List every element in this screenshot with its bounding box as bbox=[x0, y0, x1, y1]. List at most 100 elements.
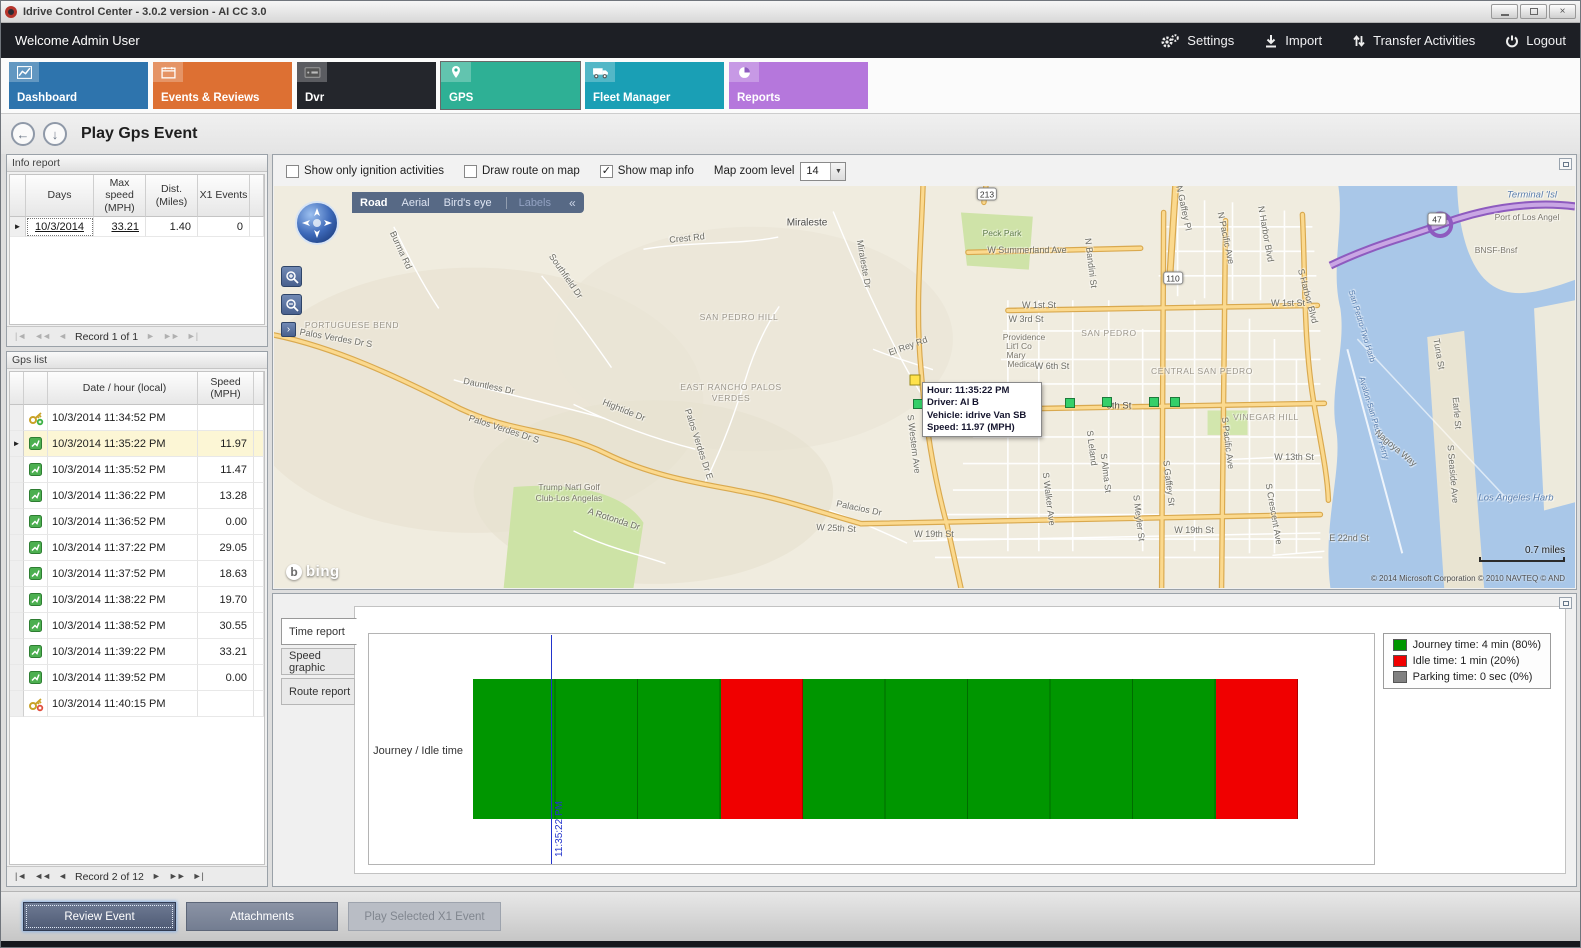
import-button[interactable]: Import bbox=[1264, 33, 1322, 48]
chevron-down-icon: ▼ bbox=[830, 163, 845, 180]
map-style-bird-s-eye[interactable]: Bird's eye bbox=[444, 197, 492, 209]
gps-marker-green[interactable] bbox=[1065, 398, 1075, 408]
gps-list-row[interactable]: 10/3/2014 11:35:52 PM11.47 bbox=[10, 457, 264, 483]
zoom-out-button[interactable] bbox=[281, 294, 302, 315]
transfer-activities-button[interactable]: Transfer Activities bbox=[1352, 33, 1475, 48]
gps-date-cell[interactable]: 10/3/2014 11:39:22 PM bbox=[48, 639, 198, 665]
nav-tab-gps[interactable]: GPS bbox=[441, 62, 580, 109]
review-event-button[interactable]: Review Event bbox=[23, 902, 176, 931]
minimize-button[interactable] bbox=[1491, 4, 1518, 19]
gps-list-row[interactable]: 10/3/2014 11:38:22 PM19.70 bbox=[10, 587, 264, 613]
tab-time-report[interactable]: Time report bbox=[281, 618, 357, 645]
compass-control[interactable] bbox=[294, 200, 340, 251]
settings-button[interactable]: Settings bbox=[1160, 33, 1234, 49]
gps-list-row[interactable]: 10/3/2014 11:40:15 PM bbox=[10, 691, 264, 717]
map-style-road[interactable]: Road bbox=[360, 197, 388, 209]
maximize-button[interactable] bbox=[1520, 4, 1547, 19]
column-header-days[interactable]: Days bbox=[26, 175, 94, 217]
checkbox-show-only-ignition-activities[interactable]: Show only ignition activities bbox=[286, 165, 444, 178]
nav-tab-label: Dashboard bbox=[17, 92, 77, 104]
map-zoom-select[interactable]: 14 ▼ bbox=[800, 162, 846, 181]
pager-next-button[interactable]: ► bbox=[146, 332, 155, 341]
gps-date-cell[interactable]: 10/3/2014 11:40:15 PM bbox=[48, 691, 198, 717]
checkbox-draw-route-on-map[interactable]: Draw route on map bbox=[464, 165, 580, 178]
tab-route-report[interactable]: Route report bbox=[281, 678, 355, 705]
map-style-aerial[interactable]: Aerial bbox=[402, 197, 430, 209]
map-style-collapse-button[interactable]: « bbox=[565, 196, 576, 210]
zoom-in-button[interactable] bbox=[281, 266, 302, 287]
filler-cell bbox=[250, 217, 264, 237]
nav-tab-events-reviews[interactable]: Events & Reviews bbox=[153, 62, 292, 109]
map-panel: Show only ignition activities Draw route … bbox=[272, 154, 1577, 590]
map-expander-button[interactable]: › bbox=[281, 322, 296, 337]
gps-list-panel-title: Gps list bbox=[7, 352, 267, 369]
map-canvas[interactable]: MiralesteMiraleste DrCrest RdBurma RdSou… bbox=[274, 186, 1575, 588]
pager-first-button[interactable]: |◄ bbox=[15, 872, 26, 881]
collapse-chart-panel-button[interactable] bbox=[1559, 597, 1572, 609]
pager-last-button[interactable]: ►| bbox=[193, 872, 204, 881]
gps-speed-cell: 33.21 bbox=[198, 639, 254, 665]
gps-date-cell[interactable]: 10/3/2014 11:35:52 PM bbox=[48, 457, 198, 483]
gps-list-row[interactable]: 10/3/2014 11:36:52 PM0.00 bbox=[10, 509, 264, 535]
tab-speed-graphic[interactable]: Speed graphic bbox=[281, 648, 355, 675]
back-button[interactable]: ← bbox=[11, 122, 35, 146]
close-button[interactable]: × bbox=[1549, 4, 1576, 19]
gps-list-row[interactable]: 10/3/2014 11:39:22 PM33.21 bbox=[10, 639, 264, 665]
pager-next-button[interactable]: ► bbox=[152, 872, 161, 881]
pager-next-page-button[interactable]: ►► bbox=[163, 332, 179, 341]
map-pin-icon bbox=[441, 62, 471, 82]
pager-prev-page-button[interactable]: ◄◄ bbox=[34, 872, 50, 881]
time-marker-line[interactable] bbox=[551, 635, 552, 864]
gps-list-row[interactable]: ►10/3/2014 11:35:22 PM11.97 bbox=[10, 431, 264, 457]
collapse-map-panel-button[interactable] bbox=[1559, 158, 1572, 170]
nav-tab-dvr[interactable]: Dvr bbox=[297, 62, 436, 109]
gps-date-cell[interactable]: 10/3/2014 11:35:22 PM bbox=[48, 431, 198, 457]
gps-date-cell[interactable]: 10/3/2014 11:37:22 PM bbox=[48, 535, 198, 561]
gps-list-row[interactable]: 10/3/2014 11:37:52 PM18.63 bbox=[10, 561, 264, 587]
gps-date-cell[interactable]: 10/3/2014 11:36:22 PM bbox=[48, 483, 198, 509]
attachments-button[interactable]: Attachments bbox=[186, 902, 338, 931]
gps-date-cell[interactable]: 10/3/2014 11:37:52 PM bbox=[48, 561, 198, 587]
pager-prev-button[interactable]: ◄ bbox=[58, 332, 67, 341]
gps-date-cell[interactable]: 10/3/2014 11:34:52 PM bbox=[48, 405, 198, 431]
gps-list-row[interactable]: 10/3/2014 11:39:52 PM0.00 bbox=[10, 665, 264, 691]
gps-date-cell[interactable]: 10/3/2014 11:38:52 PM bbox=[48, 613, 198, 639]
gps-marker-green[interactable] bbox=[1170, 397, 1180, 407]
pager-prev-page-button[interactable]: ◄◄ bbox=[34, 332, 50, 341]
column-header-max-speed[interactable]: Max speed (MPH) bbox=[94, 175, 146, 217]
gps-list-row[interactable]: 10/3/2014 11:34:52 PM bbox=[10, 405, 264, 431]
report-tabs: Time report Speed graphic Route report bbox=[281, 618, 356, 708]
info-report-row[interactable]: ► 10/3/2014 33.21 1.40 0 bbox=[10, 217, 264, 237]
gps-list-row[interactable]: 10/3/2014 11:37:22 PM29.05 bbox=[10, 535, 264, 561]
max-speed-cell[interactable]: 33.21 bbox=[94, 217, 146, 237]
gps-marker-green[interactable] bbox=[1149, 397, 1159, 407]
column-header-dist[interactable]: Dist. (Miles) bbox=[146, 175, 198, 217]
nav-tab-fleet-manager[interactable]: Fleet Manager bbox=[585, 62, 724, 109]
column-header-x1-events[interactable]: X1 Events bbox=[198, 175, 250, 217]
logout-button[interactable]: Logout bbox=[1505, 33, 1566, 48]
gps-list-row[interactable]: 10/3/2014 11:36:22 PM13.28 bbox=[10, 483, 264, 509]
journey-idle-bar bbox=[473, 679, 1298, 819]
pager-next-page-button[interactable]: ►► bbox=[169, 872, 185, 881]
nav-tab-dashboard[interactable]: Dashboard bbox=[9, 62, 148, 109]
gps-date-cell[interactable]: 10/3/2014 11:38:22 PM bbox=[48, 587, 198, 613]
days-cell[interactable]: 10/3/2014 bbox=[26, 217, 94, 237]
info-report-panel: Info report Days Max speed (MPH) Dist. (… bbox=[6, 154, 268, 347]
gps-date-cell[interactable]: 10/3/2014 11:36:52 PM bbox=[48, 509, 198, 535]
pager-first-button[interactable]: |◄ bbox=[15, 332, 26, 341]
expand-button[interactable]: ↓ bbox=[43, 122, 67, 146]
app-header: Welcome Admin User SettingsImportTransfe… bbox=[1, 23, 1580, 58]
nav-tab-label: Fleet Manager bbox=[593, 92, 670, 104]
gps-point-icon bbox=[24, 639, 48, 665]
gps-list-row[interactable]: 10/3/2014 11:38:52 PM30.55 bbox=[10, 613, 264, 639]
pager-prev-button[interactable]: ◄ bbox=[58, 872, 67, 881]
checkbox-label: Show map info bbox=[618, 165, 694, 177]
column-header-speed[interactable]: Speed (MPH) bbox=[198, 372, 254, 405]
column-header-date[interactable]: Date / hour (local) bbox=[48, 372, 198, 405]
checkbox-show-map-info[interactable]: ✓Show map info bbox=[600, 165, 694, 178]
gps-date-cell[interactable]: 10/3/2014 11:39:52 PM bbox=[48, 665, 198, 691]
gps-marker-green[interactable] bbox=[1102, 397, 1112, 407]
pager-last-button[interactable]: ►| bbox=[187, 332, 198, 341]
gps-marker-yellow[interactable] bbox=[910, 375, 921, 386]
nav-tab-reports[interactable]: Reports bbox=[729, 62, 868, 109]
